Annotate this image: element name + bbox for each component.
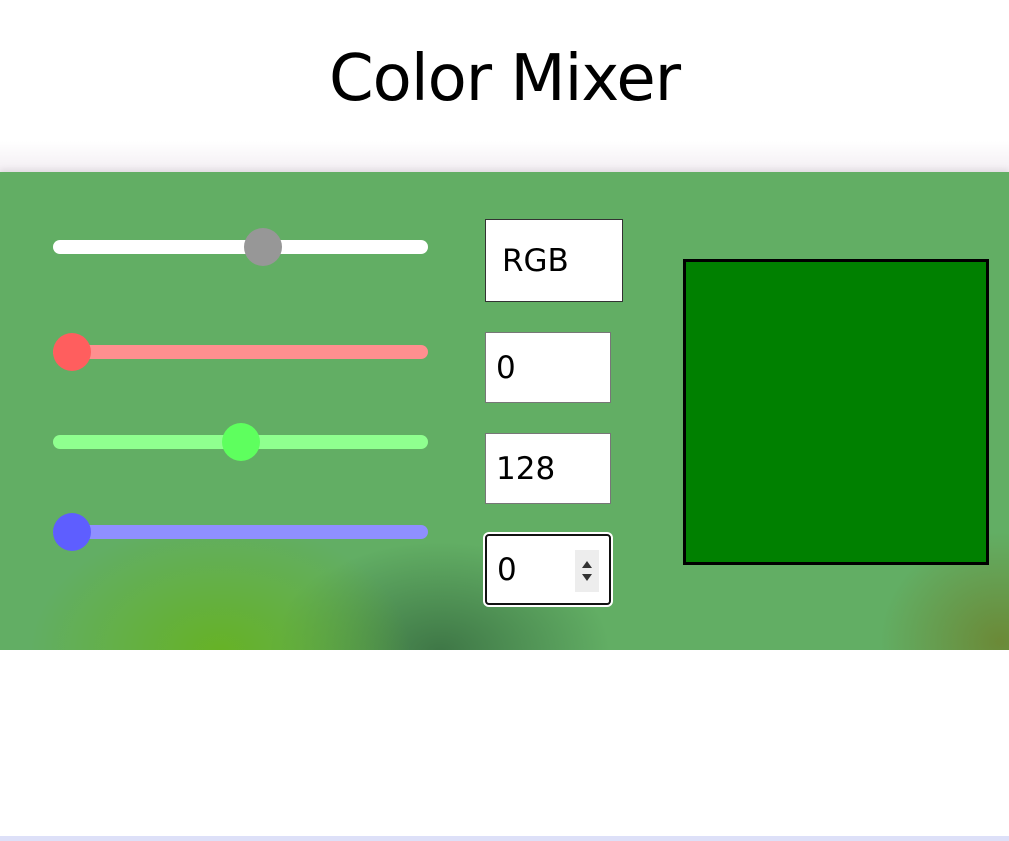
page-title: Color Mixer [328,42,681,116]
red-slider[interactable] [52,333,428,371]
red-slider-thumb[interactable] [52,333,91,371]
triangle-down-icon[interactable] [582,574,592,581]
mode-field-value: RGB [502,242,569,279]
green-value-input[interactable]: 128 [485,433,611,504]
red-value-input[interactable]: 0 [485,332,611,403]
mode-slider-thumb[interactable] [244,228,282,266]
color-preview-swatch [683,259,989,565]
green-slider-thumb[interactable] [221,423,260,461]
decorative-background [0,650,1009,836]
green-value: 128 [496,450,556,487]
blue-slider[interactable] [52,513,428,551]
number-spinner[interactable] [575,550,599,592]
mode-slider[interactable] [53,228,428,266]
bottom-border [0,836,1009,841]
green-slider[interactable] [53,423,428,461]
blue-value-input[interactable]: 0 [485,534,611,605]
mode-field[interactable]: RGB [485,219,623,302]
blue-value: 0 [497,551,517,588]
triangle-up-icon[interactable] [582,561,592,568]
header: Color Mixer [0,0,1009,172]
blue-slider-thumb[interactable] [52,513,91,551]
red-value: 0 [496,349,516,386]
